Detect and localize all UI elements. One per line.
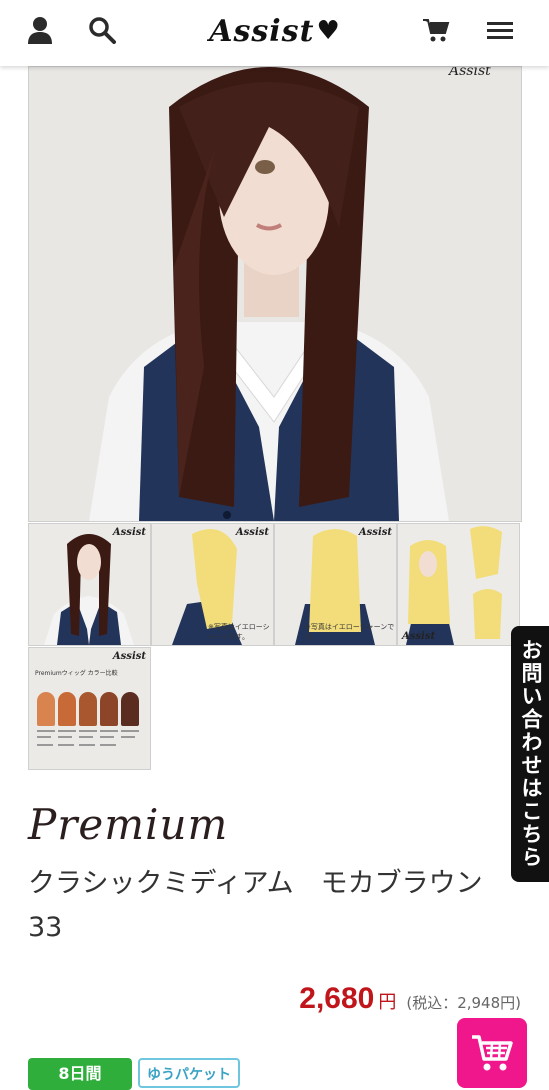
thumb-logo: Assist bbox=[112, 527, 146, 538]
svg-text:Assist: Assist bbox=[447, 67, 491, 79]
price-value: 2,680 bbox=[299, 982, 375, 1015]
series-label: Premium bbox=[28, 800, 229, 849]
thumb-image bbox=[398, 524, 519, 645]
thumb-note: ※写真はイエローシャーンです。 bbox=[208, 623, 270, 641]
thumb-logo: Assist bbox=[112, 651, 146, 662]
user-icon[interactable] bbox=[24, 14, 56, 46]
menu-icon[interactable] bbox=[484, 14, 516, 46]
thumb-note: ※写真はイエローシャーンです。 bbox=[305, 623, 395, 641]
thumbnail-2[interactable]: Assist ※写真はイエローシャーンです。 bbox=[151, 523, 274, 646]
thumbnail-1[interactable]: Assist bbox=[28, 523, 151, 646]
swatch bbox=[79, 692, 97, 726]
contact-tab[interactable]: お問い合わせはこちら bbox=[511, 626, 549, 882]
site-logo[interactable]: Assist ♥ bbox=[200, 6, 350, 56]
swatch-captions bbox=[37, 730, 139, 746]
shipping-method-badge: ゆうパケット bbox=[138, 1058, 240, 1088]
thumb-logo: Assist bbox=[358, 527, 392, 538]
main-product-image[interactable]: Assist bbox=[28, 66, 522, 522]
site-header: Assist ♥ bbox=[0, 0, 549, 66]
thumbnail-5-color-chart[interactable]: Assist Premiumウィッグ カラー比較 bbox=[28, 647, 151, 770]
shipping-days-badge: 8日間 bbox=[28, 1058, 132, 1090]
swatch bbox=[58, 692, 76, 726]
color-swatches bbox=[37, 692, 139, 726]
thumb-logo: Assist bbox=[402, 631, 436, 642]
search-icon[interactable] bbox=[86, 14, 118, 46]
cart-icon bbox=[472, 1035, 513, 1071]
thumbnail-3[interactable]: Assist ※写真はイエローシャーンです。 bbox=[274, 523, 397, 646]
logo-text: Assist bbox=[209, 13, 315, 49]
chart-heading: Premiumウィッグ カラー比較 bbox=[35, 670, 118, 677]
floating-cart-button[interactable] bbox=[457, 1018, 527, 1088]
heart-icon: ♥ bbox=[316, 16, 341, 46]
product-title: クラシックミディアム モカブラウン 33 bbox=[28, 868, 510, 943]
price-unit: 円 bbox=[378, 992, 397, 1013]
tax-included-price: (税込：2,948円) bbox=[406, 994, 521, 1012]
thumbnail-4[interactable]: Assist bbox=[397, 523, 520, 646]
price-row: 2,680 円 (税込：2,948円) bbox=[299, 982, 521, 1016]
swatch bbox=[37, 692, 55, 726]
swatch bbox=[121, 692, 139, 726]
wig-model-illustration: Assist bbox=[29, 67, 521, 521]
swatch bbox=[100, 692, 118, 726]
thumb-logo: Assist bbox=[235, 527, 269, 538]
cart-icon[interactable] bbox=[420, 14, 452, 46]
thumb-image bbox=[44, 534, 134, 645]
